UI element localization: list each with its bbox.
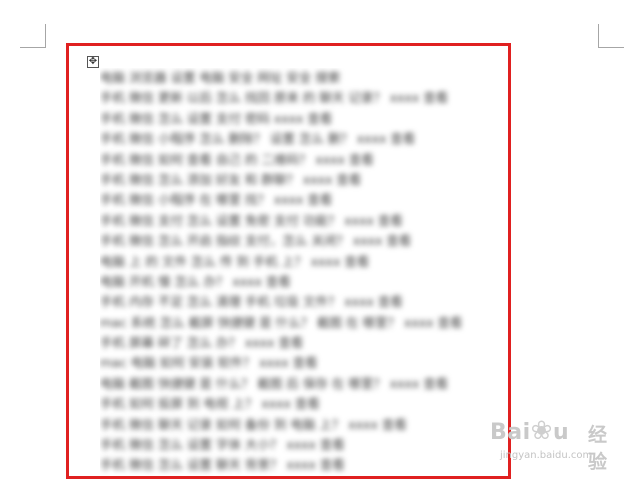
document-line: 手机 微信 聊天 记录 如何 备份 到 电脑 上？ xxxx 查看 — [100, 416, 407, 432]
page-corner-mark-top-right — [598, 24, 624, 48]
document-line: 手机 微信 怎么 设置 聊天 背景？ xxxx 查看 — [100, 457, 345, 473]
document-line: 电脑 上 的 文件 怎么 传 到 手机 上？ xxxx 查看 — [100, 253, 370, 269]
page-corner-mark-top-left — [20, 24, 46, 48]
baidu-logo: Bai❀u — [490, 416, 570, 446]
document-line: 手机 微信 小程序 在 哪里 找？ xxxx 查看 — [100, 192, 333, 208]
table-move-handle-icon[interactable]: ✥ — [87, 56, 99, 68]
document-line: 手机 内存 不足 怎么 清理 手机 垃圾 文件？ xxxx 查看 — [100, 294, 403, 310]
document-text-block[interactable]: 电脑 浏览器 设置 电脑 安全 网址 安全 搜索手机 微信 更新 以后 怎么 找… — [100, 68, 500, 478]
document-line: 手机 屏幕 碎了 怎么 办？ xxxx 查看 — [100, 335, 304, 351]
document-line: 手机 微信 怎么 设置 支付 密码 xxxx 查看 — [100, 110, 333, 126]
document-line: mac 电脑 如何 安装 软件？ xxxx 查看 — [100, 355, 318, 371]
document-line: 手机 微信 小程序 怎么 删除？ 设置 怎么 删？ xxxx 查看 — [100, 131, 416, 147]
document-line: 手机 微信 怎么 设置 字体 大小？ xxxx 查看 — [100, 437, 345, 453]
document-line: 电脑 截图 快捷键 是 什么？ 截图 后 保存 在 哪里？ xxxx 查看 — [100, 375, 449, 391]
document-line: mac 系统 怎么 截屏 快捷键 是 什么？ 截图 在 哪里？ xxxx 查看 — [100, 314, 463, 330]
document-line: 电脑 开机 慢 怎么 办？ xxxx 查看 — [100, 273, 291, 289]
document-line: 手机 微信 支付 怎么 设置 免密 支付 功能？ xxxx 查看 — [100, 212, 403, 228]
document-line: 手机 微信 更新 以后 怎么 找回 原来 的 聊天 记录？ xxxx 查看 — [100, 90, 449, 106]
document-line: 手机 微信 怎么 开启 指纹 支付，怎么 关闭？ xxxx 查看 — [100, 233, 412, 249]
jingyan-label: 经验 — [588, 424, 608, 473]
paw-icon: ❀ — [530, 416, 553, 446]
document-line: 手机 微信 如何 查看 自己 的 二维码？ xxxx 查看 — [100, 151, 374, 167]
watermark-url: jingyan.baidu.com — [500, 450, 593, 461]
document-line: 手机 微信 怎么 添加 好友 和 群聊？ xxxx 查看 — [100, 171, 362, 187]
document-line: 电脑 浏览器 设置 电脑 安全 网址 安全 搜索 — [100, 70, 341, 85]
document-line: 手机 如何 投屏 到 电视 上？ xxxx 查看 — [100, 396, 320, 412]
baidu-jingyan-watermark: Bai❀u 经验 jingyan.baidu.com — [490, 406, 620, 473]
